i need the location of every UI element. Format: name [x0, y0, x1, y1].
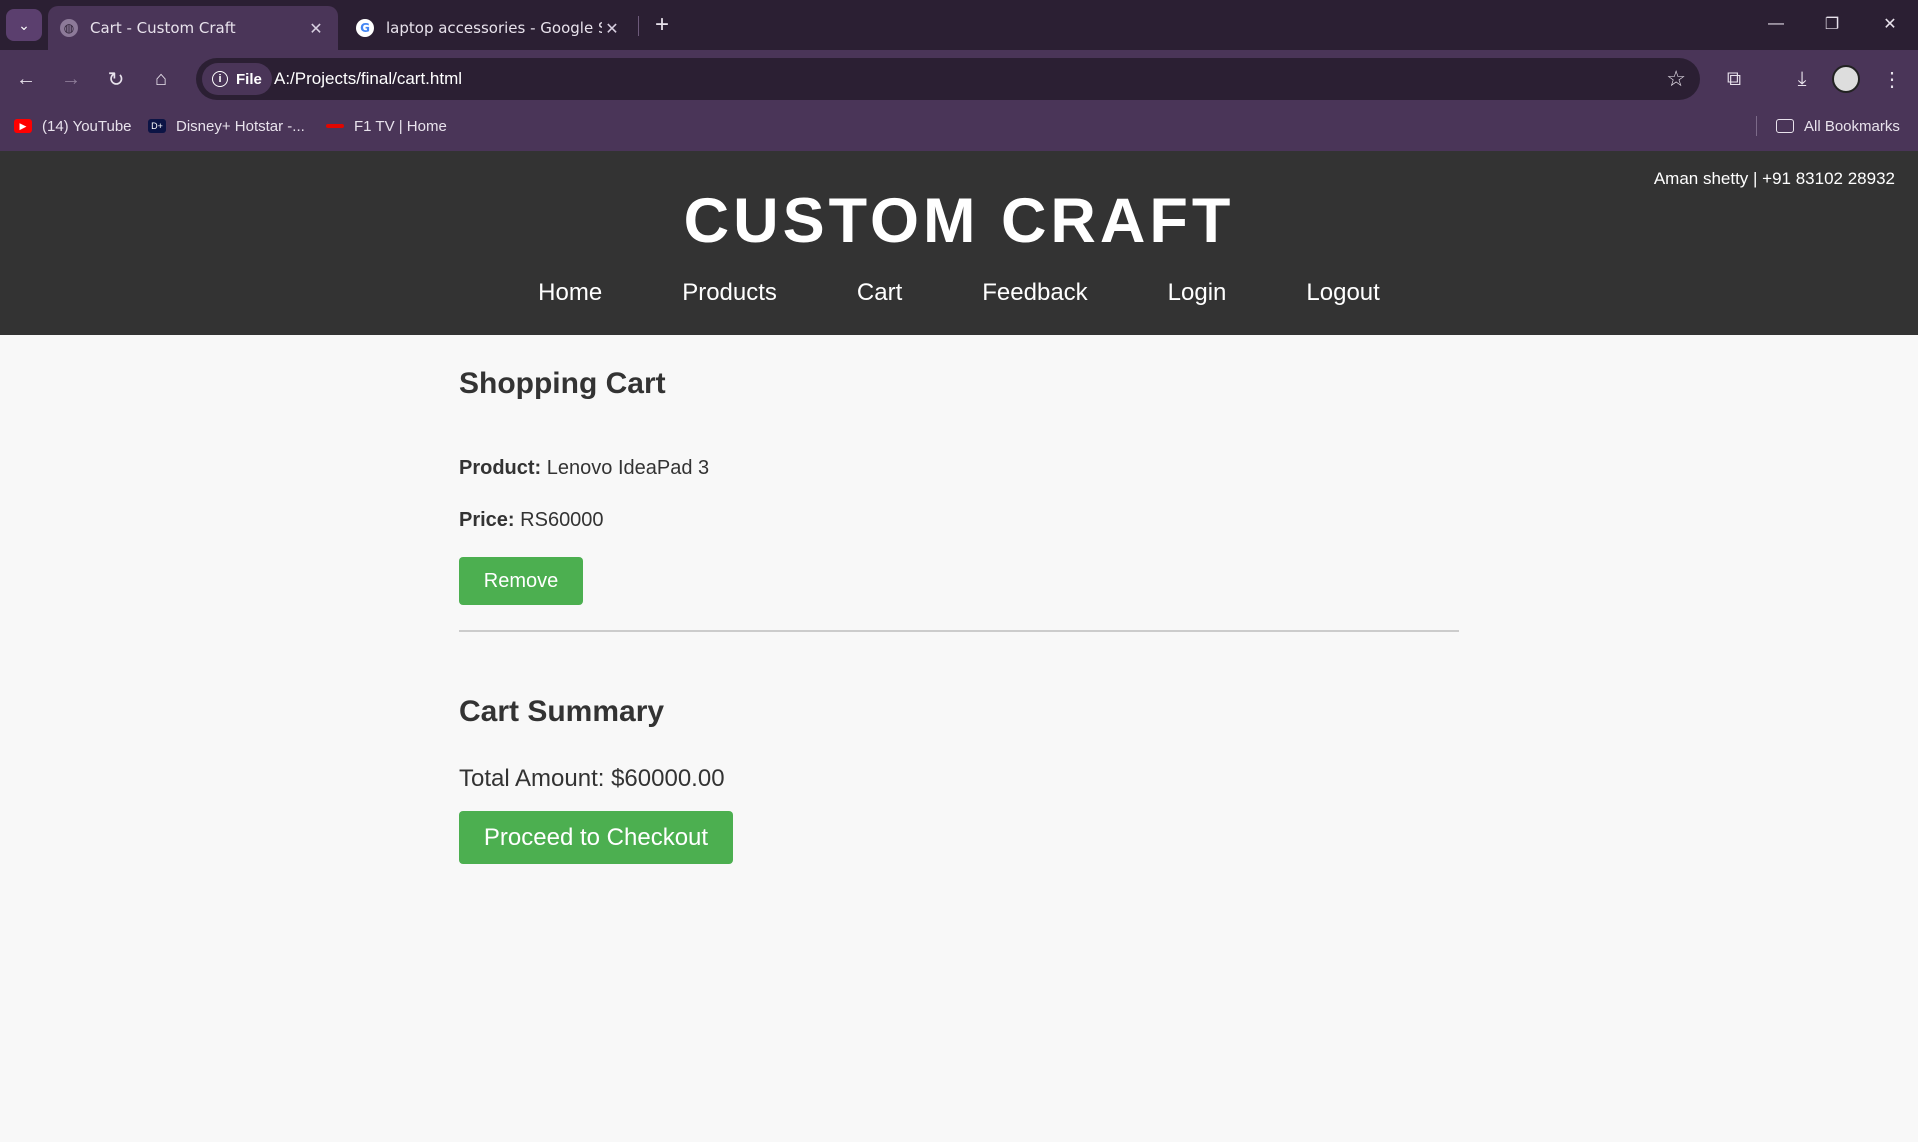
- tab-label: Cart - Custom Craft: [90, 19, 236, 37]
- cart-item-product: Product: Lenovo IdeaPad 3: [459, 457, 709, 480]
- globe-icon: ◍: [60, 19, 78, 37]
- nav-feedback-link[interactable]: Feedback: [982, 279, 1087, 307]
- home-icon[interactable]: ⌂: [145, 63, 177, 95]
- extensions-puzzle-icon[interactable]: ⧉: [1718, 64, 1750, 94]
- bookmarks-divider: [1756, 116, 1757, 136]
- folder-icon: [1776, 119, 1794, 133]
- nav-home-link[interactable]: Home: [538, 279, 602, 307]
- tab-google-search[interactable]: G laptop accessories - Google Sea ✕: [344, 6, 634, 50]
- bookmark-label: (14) YouTube: [42, 117, 132, 135]
- profile-avatar[interactable]: [1832, 65, 1860, 93]
- nav-cart-link[interactable]: Cart: [857, 279, 902, 307]
- product-value: Lenovo IdeaPad 3: [546, 457, 710, 479]
- bookmark-label: F1 TV | Home: [354, 117, 447, 135]
- bookmark-hotstar[interactable]: D+ Disney+ Hotstar -...: [148, 108, 305, 144]
- more-menu-icon[interactable]: ⋮: [1876, 64, 1908, 94]
- all-bookmarks-label: All Bookmarks: [1804, 117, 1900, 135]
- cart-summary-heading: Cart Summary: [459, 695, 665, 728]
- site-info-label: File: [236, 70, 262, 88]
- close-icon[interactable]: ✕: [306, 19, 326, 38]
- bookmark-label: Disney+ Hotstar -...: [176, 117, 305, 135]
- close-window-icon[interactable]: ✕: [1870, 8, 1910, 40]
- close-icon[interactable]: ✕: [602, 19, 622, 38]
- tab-search-chevron-icon[interactable]: ⌄: [6, 9, 42, 41]
- cart-divider: [459, 630, 1459, 632]
- f1-icon: [326, 124, 344, 128]
- checkout-button[interactable]: Proceed to Checkout: [459, 811, 733, 864]
- google-icon: G: [356, 19, 374, 37]
- cart-item-price: Price: RS60000: [459, 509, 604, 532]
- tab-cart[interactable]: ◍ Cart - Custom Craft ✕: [48, 6, 338, 50]
- site-brand-title: CUSTOM CRAFT: [683, 186, 1235, 256]
- price-label: Price:: [459, 509, 515, 531]
- bookmarks-bar: ▶ (14) YouTube D+ Disney+ Hotstar -... F…: [0, 108, 1918, 151]
- site-header: Aman shetty | +91 83102 28932 CUSTOM CRA…: [0, 151, 1918, 335]
- hotstar-icon: D+: [148, 119, 166, 133]
- minimize-icon[interactable]: —: [1756, 8, 1796, 40]
- bookmark-f1tv[interactable]: F1 TV | Home: [326, 108, 447, 144]
- reload-icon[interactable]: ↻: [100, 63, 132, 95]
- total-amount: Total Amount: $60000.00: [459, 765, 725, 792]
- address-bar[interactable]: i File A:/Projects/final/cart.html ☆: [196, 58, 1700, 100]
- back-arrow-icon[interactable]: ←: [10, 63, 42, 95]
- youtube-icon: ▶: [14, 119, 32, 133]
- tab-label: laptop accessories - Google Sea: [386, 19, 602, 37]
- url-text[interactable]: A:/Projects/final/cart.html: [274, 58, 462, 100]
- site-nav: Home Products Cart Feedback Login Logout: [0, 279, 1918, 307]
- site-info-chip[interactable]: i File: [202, 63, 272, 95]
- forward-arrow-icon[interactable]: →: [55, 63, 87, 95]
- price-value: RS60000: [520, 509, 604, 531]
- nav-logout-link[interactable]: Logout: [1306, 279, 1379, 307]
- new-tab-plus-icon[interactable]: +: [648, 10, 676, 40]
- nav-products-link[interactable]: Products: [682, 279, 777, 307]
- shopping-cart-heading: Shopping Cart: [459, 367, 666, 400]
- bookmark-youtube[interactable]: ▶ (14) YouTube: [14, 108, 132, 144]
- browser-toolbar: ← → ↻ ⌂ i File A:/Projects/final/cart.ht…: [0, 50, 1918, 108]
- all-bookmarks-folder[interactable]: All Bookmarks: [1776, 108, 1900, 144]
- nav-login-link[interactable]: Login: [1168, 279, 1227, 307]
- tab-divider: [638, 16, 639, 36]
- browser-tab-strip: ⌄ ◍ Cart - Custom Craft ✕ G laptop acces…: [0, 0, 1918, 50]
- product-label: Product:: [459, 457, 542, 479]
- remove-button[interactable]: Remove: [459, 557, 583, 605]
- bookmark-star-icon[interactable]: ☆: [1666, 66, 1686, 92]
- info-icon: i: [212, 71, 228, 87]
- download-icon[interactable]: ⤓: [1786, 64, 1818, 94]
- restore-icon[interactable]: ❐: [1812, 8, 1852, 40]
